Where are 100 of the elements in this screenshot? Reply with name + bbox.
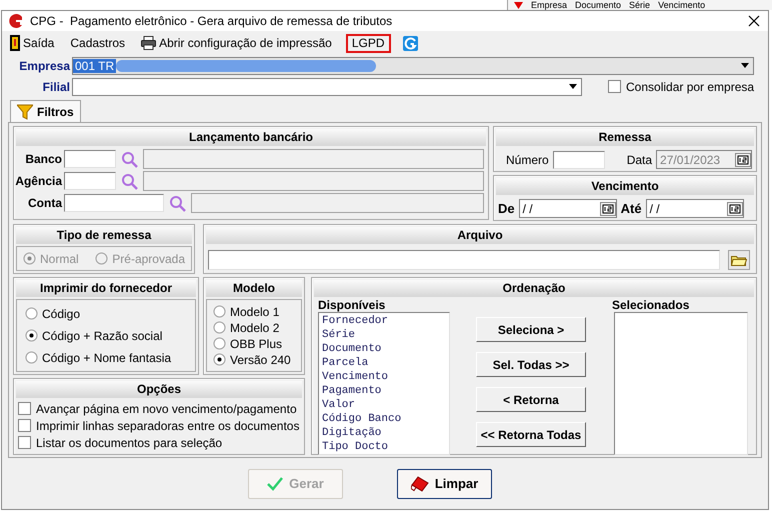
list-item[interactable]: Tipo Docto <box>322 440 446 454</box>
checkbox[interactable] <box>18 419 31 432</box>
checkbox[interactable] <box>18 402 31 415</box>
list-item[interactable]: Fornecedor <box>322 314 446 328</box>
checkbox[interactable] <box>608 80 621 93</box>
clear-button[interactable]: Limpar <box>397 468 492 498</box>
field-label: Agência <box>14 174 62 188</box>
field-label: Conta <box>27 196 62 210</box>
search-icon[interactable] <box>121 150 138 168</box>
radio-label: Modelo 2 <box>230 320 280 334</box>
close-icon[interactable] <box>748 15 760 27</box>
company-dropdown[interactable]: 001 TR <box>72 56 754 74</box>
lgpd-button[interactable]: LGPD <box>346 34 391 52</box>
printer-icon <box>141 36 156 50</box>
input-field[interactable] <box>64 172 116 190</box>
section-header: Ordenação <box>314 280 754 297</box>
calendar-icon[interactable] <box>600 202 616 216</box>
radio-button[interactable] <box>25 329 38 342</box>
field-label: Banco <box>24 152 62 166</box>
number-field[interactable] <box>552 150 605 168</box>
radio-label: Código <box>42 306 80 320</box>
dropdown-arrow-icon <box>568 82 578 90</box>
radio-label: Modelo 1 <box>230 304 280 318</box>
eraser-icon <box>410 476 429 492</box>
list-item[interactable]: Parcela <box>322 356 446 370</box>
column-header: Vencimento <box>658 0 706 10</box>
section-header: Vencimento <box>496 178 754 195</box>
radio-label: Normal <box>40 252 79 266</box>
radio-label: Versão 240 <box>230 352 291 366</box>
list-item[interactable]: Vencimento <box>322 370 446 384</box>
checkbox-label: Imprimir linhas separadoras entre os documentos <box>36 418 300 432</box>
input-field[interactable] <box>64 194 164 212</box>
column-header: Série <box>629 0 650 10</box>
list-label: Selecionados <box>612 299 690 312</box>
list-item[interactable]: Documento <box>322 342 446 356</box>
field-label: Empresa <box>18 58 70 72</box>
column-header: Documento <box>575 0 622 10</box>
move-button[interactable]: < Retorna <box>476 387 586 412</box>
radio-button[interactable] <box>213 321 226 334</box>
selected-value: 001 TR <box>73 58 116 72</box>
section-header: Tipo de remessa <box>16 227 192 244</box>
checkbox-label: Avançar página em novo vencimento/pagamento <box>36 402 297 416</box>
field-label: Número <box>506 152 549 166</box>
radio-button[interactable] <box>213 337 226 350</box>
list-label: Disponíveis <box>318 299 386 312</box>
checkbox[interactable] <box>18 436 31 449</box>
section-header: Lançamento bancário <box>16 129 486 146</box>
date-field[interactable]: / / <box>646 199 744 218</box>
radio-button[interactable] <box>213 305 226 318</box>
date-value: / / <box>648 202 661 216</box>
field-label: Data <box>626 152 652 166</box>
date-value: / / <box>522 202 534 216</box>
browse-button[interactable] <box>728 250 750 270</box>
column-header: Empresa <box>531 0 568 10</box>
section-header: Arquivo <box>206 227 754 244</box>
checkbox-label: Listar os documentos para seleção <box>36 436 222 450</box>
app-logo-icon <box>8 13 24 29</box>
window-title: CPG - Pagamento eletrônico - Gera arquivo de remessa de tributos <box>30 14 394 28</box>
move-button[interactable]: << Retorna Todas <box>476 422 586 447</box>
available-list[interactable]: Fornecedor Série Documento Parcela Vencimento Pagamento Valor Código Banco Digitação Tipo Docto <box>318 312 450 455</box>
list-item[interactable]: Pagamento <box>322 384 446 398</box>
menu-item[interactable]: Cadastros <box>68 34 128 52</box>
print-setup-button[interactable]: Abrir configuração de impressão <box>139 34 334 52</box>
date-value: 27/01/2023 <box>659 152 722 166</box>
branch-dropdown[interactable] <box>72 78 582 96</box>
field-label: De <box>498 201 515 216</box>
radio-button[interactable] <box>213 353 226 366</box>
search-icon[interactable] <box>121 172 138 190</box>
radio-button[interactable] <box>25 351 38 364</box>
move-button[interactable]: Sel. Todas >> <box>476 352 586 377</box>
field-label: Até <box>620 201 642 216</box>
radio-label: Pré-aprovada <box>112 252 185 266</box>
folder-icon <box>731 254 747 266</box>
dropdown-arrow-icon <box>740 62 750 68</box>
list-item[interactable]: Código Banco <box>322 412 446 426</box>
move-button[interactable]: Seleciona > <box>476 317 586 342</box>
list-item[interactable]: Valor <box>322 398 446 412</box>
checkbox-label: Consolidar por empresa <box>626 80 754 94</box>
exit-button[interactable]: Saída <box>8 34 56 52</box>
radio-button[interactable] <box>25 307 38 320</box>
logo-icon[interactable] <box>402 36 418 50</box>
checkmark-icon <box>267 476 284 490</box>
section-header: Opções <box>16 381 302 398</box>
tab[interactable]: Filtros <box>10 100 81 122</box>
search-icon[interactable] <box>169 194 186 212</box>
calendar-icon[interactable] <box>726 202 743 216</box>
section-header: Modelo <box>206 280 302 297</box>
section-header: Remessa <box>496 129 754 146</box>
input-field[interactable] <box>64 150 116 168</box>
section-header: Imprimir do fornecedor <box>16 280 196 297</box>
radio-label: OBB Plus <box>230 336 282 350</box>
radio-label: Código + Razão social <box>42 328 162 342</box>
list-item[interactable]: Digitação <box>322 426 446 440</box>
field-label: Filial <box>42 80 70 94</box>
door-icon <box>10 35 20 51</box>
date-field[interactable]: / / <box>518 199 617 218</box>
file-path-field[interactable] <box>208 250 720 270</box>
funnel-icon <box>17 104 33 120</box>
list-item[interactable]: Série <box>322 328 446 342</box>
radio-label: Código + Nome fantasia <box>42 350 172 364</box>
